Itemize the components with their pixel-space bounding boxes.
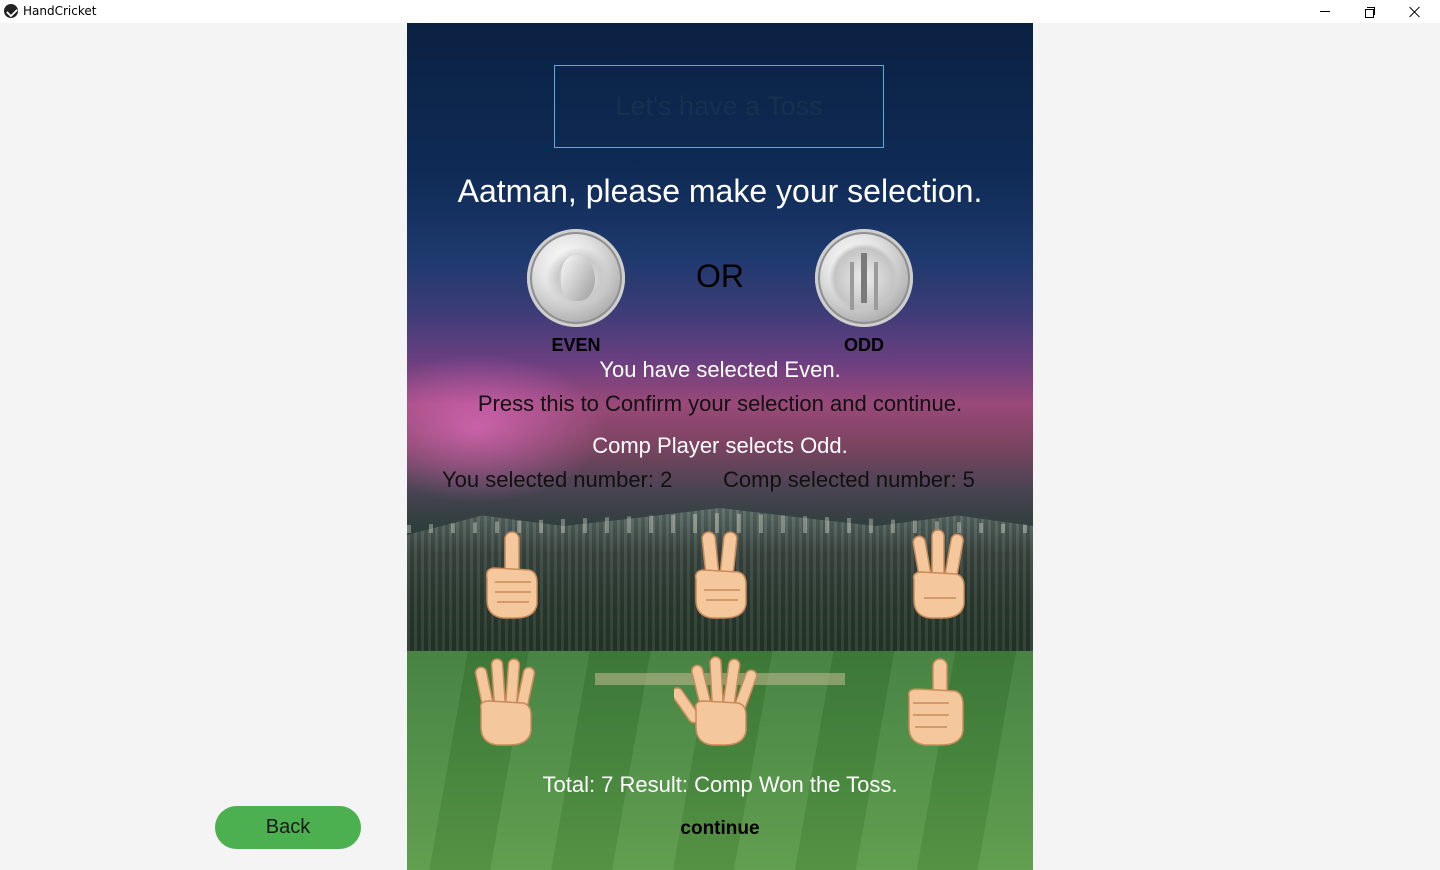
four-fingers-hand-icon xyxy=(474,658,536,746)
five-fingers-hand-button[interactable] xyxy=(671,655,764,747)
close-button[interactable] xyxy=(1392,0,1438,23)
odd-coin-button[interactable] xyxy=(815,229,913,327)
toss-heading-box: Let's have a Toss xyxy=(554,65,884,148)
toss-heading: Let's have a Toss xyxy=(615,91,823,121)
restore-icon xyxy=(1365,6,1375,18)
two-fingers-hand-button[interactable] xyxy=(674,528,764,620)
thumbs-up-hand-button[interactable] xyxy=(889,655,979,747)
three-fingers-hand-icon xyxy=(912,529,965,619)
confirm-selection-button[interactable]: Press this to Confirm your selection and… xyxy=(407,391,1033,417)
five-fingers-hand-icon xyxy=(671,656,758,746)
four-fingers-hand-button[interactable] xyxy=(459,655,549,747)
window-title: HandCricket xyxy=(23,4,97,18)
window-title-bar: HandCricket xyxy=(0,0,1440,23)
odd-label: ODD xyxy=(844,335,884,355)
three-fingers-hand-button[interactable] xyxy=(892,528,982,620)
restore-button[interactable] xyxy=(1347,0,1393,23)
minimize-button[interactable] xyxy=(1302,0,1348,23)
comp-number-label: Comp selected number: 5 xyxy=(723,467,975,492)
or-label: OR xyxy=(696,258,744,294)
toss-panel: Let's have a Toss Aatman, please make yo… xyxy=(407,23,1033,870)
selection-status: You have selected Even. xyxy=(599,357,841,382)
two-fingers-hand-icon xyxy=(694,531,747,619)
comp-selection-status: Comp Player selects Odd. xyxy=(592,433,848,458)
user-number-label: You selected number: 2 xyxy=(442,467,673,492)
close-icon xyxy=(1409,6,1421,18)
minimize-icon xyxy=(1320,11,1330,12)
even-label: EVEN xyxy=(551,335,601,355)
toss-result: Total: 7 Result: Comp Won the Toss. xyxy=(542,772,898,797)
back-button[interactable]: Back xyxy=(215,806,361,849)
coin-tails-icon xyxy=(829,243,899,313)
continue-button[interactable]: continue xyxy=(407,818,1033,840)
thumbs-up-hand-icon xyxy=(907,658,964,746)
one-finger-hand-button[interactable] xyxy=(465,528,555,620)
app-logo-icon xyxy=(4,4,18,18)
one-finger-hand-icon xyxy=(485,531,538,619)
selection-prompt: Aatman, please make your selection. xyxy=(457,173,983,209)
